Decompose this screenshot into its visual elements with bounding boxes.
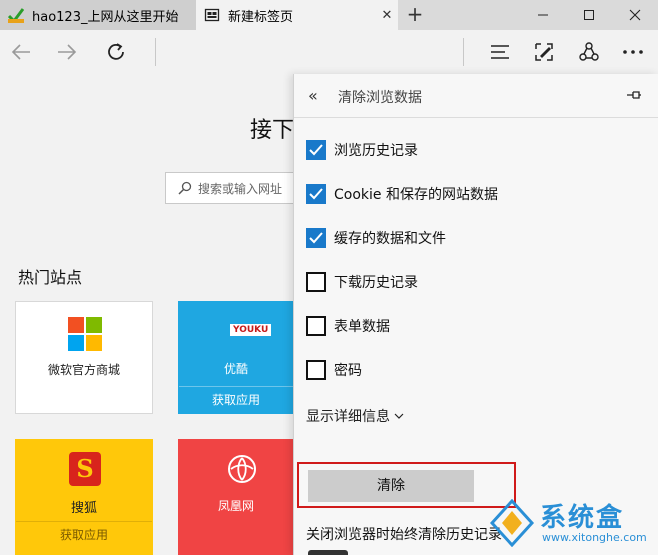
checkbox-checked-icon[interactable] — [306, 184, 326, 204]
option-browsing-history[interactable]: 浏览历史记录 — [306, 139, 418, 161]
share-button[interactable] — [572, 36, 606, 68]
web-note-button[interactable] — [527, 36, 561, 68]
always-clear-toggle[interactable] — [308, 550, 348, 555]
site-name: 微软官方商城 — [47, 363, 120, 377]
watermark: 系统盒 www.xitonghe.com — [480, 495, 658, 555]
panel-header: « 清除浏览数据 — [294, 74, 658, 118]
toolbar-divider — [155, 38, 156, 66]
minimize-button[interactable] — [520, 0, 566, 30]
checkbox-checked-icon[interactable] — [306, 228, 326, 248]
get-app-link[interactable]: 获取应用 — [179, 386, 293, 408]
site-tile-youku[interactable]: YOUKU 优酷 获取应用 — [178, 301, 294, 414]
tab-new-tab[interactable]: 新建标签页 ✕ — [196, 0, 398, 30]
option-cookies[interactable]: Cookie 和保存的网站数据 — [306, 183, 498, 205]
maximize-button[interactable] — [566, 0, 612, 30]
top-sites-title: 热门站点 — [18, 268, 83, 287]
search-icon — [178, 181, 192, 195]
show-details-link[interactable]: 显示详细信息 — [306, 406, 404, 426]
watermark-url: www.xitonghe.com — [542, 531, 647, 544]
tab-hao123[interactable]: hao123_上网从这里开始 — [0, 0, 196, 30]
newtab-page-icon — [204, 7, 220, 23]
checkbox-checked-icon[interactable] — [306, 140, 326, 160]
site-name: 优酷 — [223, 362, 248, 376]
checkbox-unchecked-icon[interactable] — [306, 360, 326, 380]
title-bar: hao123_上网从这里开始 新建标签页 ✕ + — [0, 0, 658, 30]
site-name: 凤凰网 — [217, 499, 254, 513]
watermark-logo-icon — [489, 499, 535, 547]
web-note-icon — [535, 43, 553, 61]
option-cache[interactable]: 缓存的数据和文件 — [306, 227, 446, 249]
get-app-link[interactable]: 获取应用 — [16, 521, 152, 543]
option-download-history[interactable]: 下载历史记录 — [306, 271, 418, 293]
site-tile-ifeng[interactable]: 凤凰网 — [178, 439, 294, 555]
site-tile-microsoft-store[interactable]: 微软官方商城 — [15, 301, 153, 414]
toolbar — [0, 30, 658, 74]
back-chevron-icon[interactable]: « — [308, 86, 318, 105]
checkbox-unchecked-icon[interactable] — [306, 316, 326, 336]
clear-button[interactable]: 清除 — [308, 470, 474, 502]
microsoft-logo-icon — [68, 317, 102, 351]
option-form-data[interactable]: 表单数据 — [306, 315, 390, 337]
option-label: 表单数据 — [334, 319, 390, 335]
site-name: 搜狐 — [70, 501, 97, 516]
hao123-icon — [7, 7, 25, 24]
forward-arrow-icon — [58, 44, 77, 60]
sohu-logo-icon: S — [69, 452, 101, 486]
refresh-icon — [108, 43, 124, 60]
close-window-button[interactable] — [612, 0, 658, 30]
option-label: 浏览历史记录 — [334, 143, 418, 159]
tab-title: 新建标签页 — [228, 9, 294, 25]
youku-logo-icon: YOUKU — [230, 324, 272, 336]
more-button[interactable] — [616, 36, 650, 68]
close-tab-icon[interactable]: ✕ — [376, 8, 398, 23]
watermark-name: 系统盒 — [540, 503, 625, 533]
site-tile-sohu[interactable]: S 搜狐 获取应用 — [15, 439, 153, 555]
tab-title: hao123_上网从这里开始 — [32, 9, 179, 25]
page-heading: 接下 — [250, 118, 294, 143]
new-tab-button[interactable]: + — [400, 2, 430, 28]
ifeng-logo-icon — [228, 455, 256, 483]
option-label: 缓存的数据和文件 — [334, 231, 446, 247]
back-button[interactable] — [4, 36, 38, 68]
pin-icon[interactable] — [626, 88, 642, 104]
chevron-down-icon — [394, 413, 404, 419]
panel-title: 清除浏览数据 — [338, 90, 422, 106]
more-icon — [623, 50, 643, 54]
checkbox-unchecked-icon[interactable] — [306, 272, 326, 292]
back-arrow-icon — [11, 44, 30, 60]
clear-browsing-data-panel: « 清除浏览数据 浏览历史记录 Cookie 和保存的网站数据 缓存的数据和文件… — [293, 74, 658, 555]
option-passwords[interactable]: 密码 — [306, 359, 362, 381]
details-label: 显示详细信息 — [306, 409, 390, 425]
toolbar-divider — [463, 38, 464, 66]
search-input[interactable]: 搜索或输入网址 — [165, 172, 300, 204]
share-icon — [579, 42, 599, 61]
search-placeholder: 搜索或输入网址 — [198, 181, 283, 196]
refresh-button[interactable] — [99, 36, 133, 68]
option-label: 下载历史记录 — [334, 275, 418, 291]
option-label: 密码 — [334, 363, 362, 379]
always-clear-label: 关闭浏览器时始终清除历史记录 — [306, 527, 502, 543]
hub-button[interactable] — [483, 36, 517, 68]
forward-button[interactable] — [50, 36, 84, 68]
hub-icon — [491, 45, 509, 59]
option-label: Cookie 和保存的网站数据 — [334, 187, 498, 203]
